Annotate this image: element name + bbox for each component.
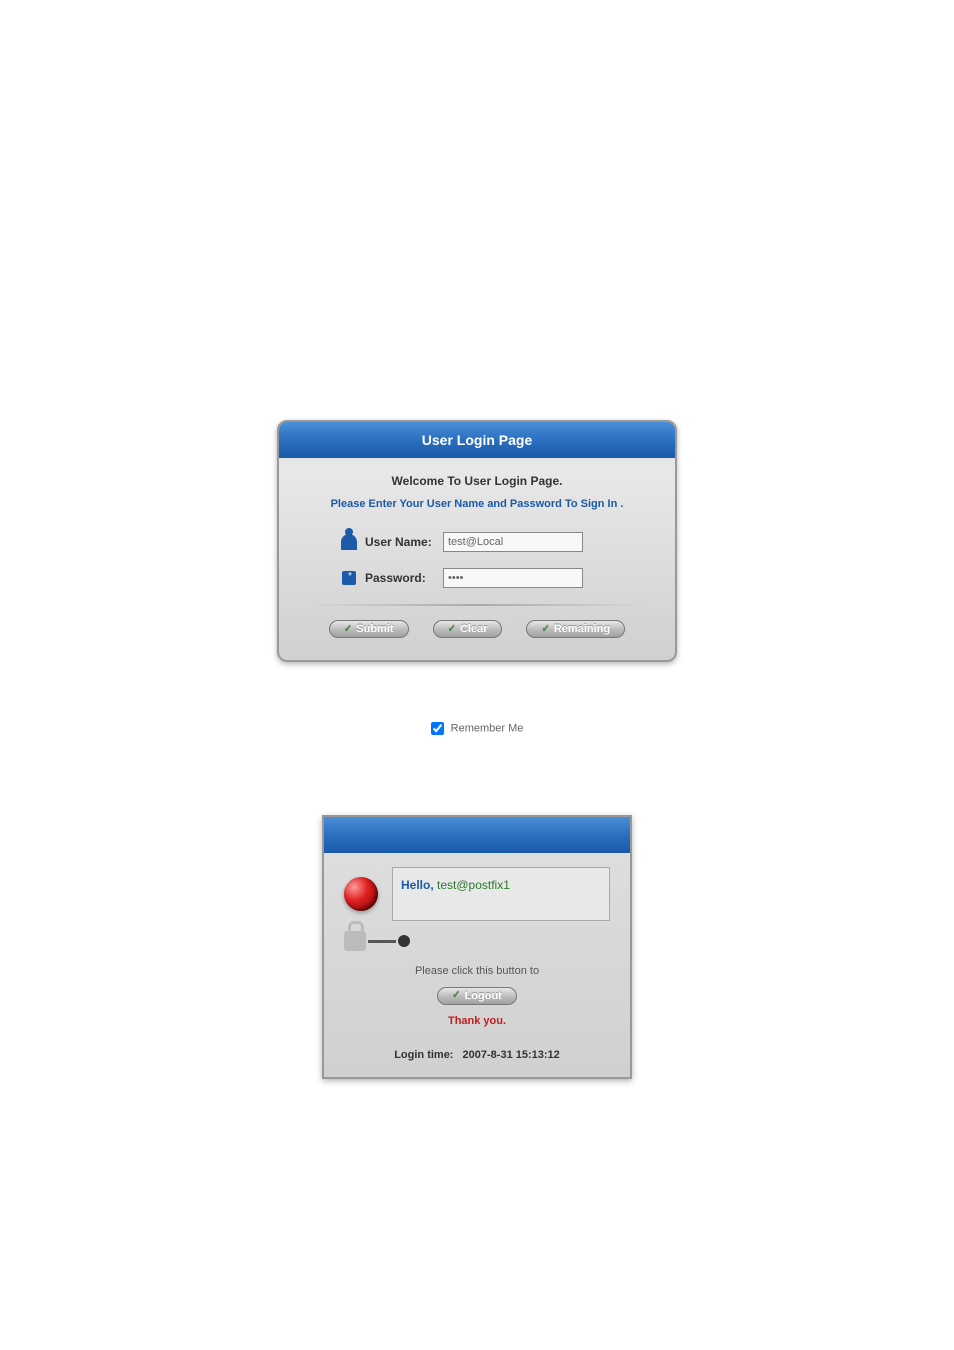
password-row: Password: xyxy=(339,568,645,588)
login-header: User Login Page xyxy=(279,422,675,458)
check-icon: ✓ xyxy=(452,990,460,1001)
check-icon: ✓ xyxy=(344,624,352,635)
username-label: User Name: xyxy=(365,535,443,549)
submit-button[interactable]: ✓ Submit xyxy=(329,620,409,638)
logout-body: Hello, test@postfix1 Please click this b… xyxy=(324,853,630,1077)
clear-button[interactable]: ✓ Clear xyxy=(433,620,503,638)
clear-label: Clear xyxy=(460,623,488,635)
remember-label: Remember Me xyxy=(451,722,524,734)
login-time-row: Login time: 2007-8-31 15:13:12 xyxy=(344,1049,610,1061)
remember-checkbox[interactable] xyxy=(431,722,444,735)
login-panel: User Login Page Welcome To User Login Pa… xyxy=(277,420,677,662)
user-icon xyxy=(339,532,359,552)
logout-button-wrap: ✓ Logout xyxy=(344,985,610,1005)
login-body: Welcome To User Login Page. Please Enter… xyxy=(279,458,675,660)
greeting-row: Hello, test@postfix1 xyxy=(344,867,610,921)
login-title: User Login Page xyxy=(422,432,532,448)
logout-panel: Hello, test@postfix1 Please click this b… xyxy=(322,815,632,1079)
username-row: User Name: xyxy=(339,532,645,552)
logout-label: Logout xyxy=(465,990,502,1002)
lock-icon xyxy=(344,931,366,951)
key-head-icon xyxy=(398,935,410,947)
remaining-label: Remaining xyxy=(554,623,610,635)
status-indicator-icon xyxy=(344,877,378,911)
check-icon: ✓ xyxy=(541,624,549,635)
login-time-value: 2007-8-31 15:13:12 xyxy=(463,1049,560,1061)
logout-instruction: Please click this button to xyxy=(344,965,610,977)
remember-row: Remember Me xyxy=(20,722,934,735)
instruction-text: Please Enter Your User Name and Password… xyxy=(309,498,645,510)
key-line-icon xyxy=(368,940,396,943)
lock-row xyxy=(344,931,610,951)
logged-username: test@postfix1 xyxy=(437,878,510,892)
remaining-button[interactable]: ✓ Remaining xyxy=(526,620,625,638)
welcome-text: Welcome To User Login Page. xyxy=(309,474,645,488)
divider xyxy=(309,604,645,606)
logout-button[interactable]: ✓ Logout xyxy=(437,987,517,1005)
greeting-box: Hello, test@postfix1 xyxy=(392,867,610,921)
password-label: Password: xyxy=(365,571,443,585)
logout-header xyxy=(324,817,630,853)
password-icon xyxy=(339,568,359,588)
thank-you-text: Thank you. xyxy=(344,1015,610,1027)
login-time-label: Login time: xyxy=(394,1049,453,1061)
check-icon: ✓ xyxy=(448,624,456,635)
hello-label: Hello, xyxy=(401,878,434,892)
username-input[interactable] xyxy=(443,532,583,552)
submit-label: Submit xyxy=(356,623,393,635)
button-row: ✓ Submit ✓ Clear ✓ Remaining xyxy=(309,614,645,652)
password-input[interactable] xyxy=(443,568,583,588)
